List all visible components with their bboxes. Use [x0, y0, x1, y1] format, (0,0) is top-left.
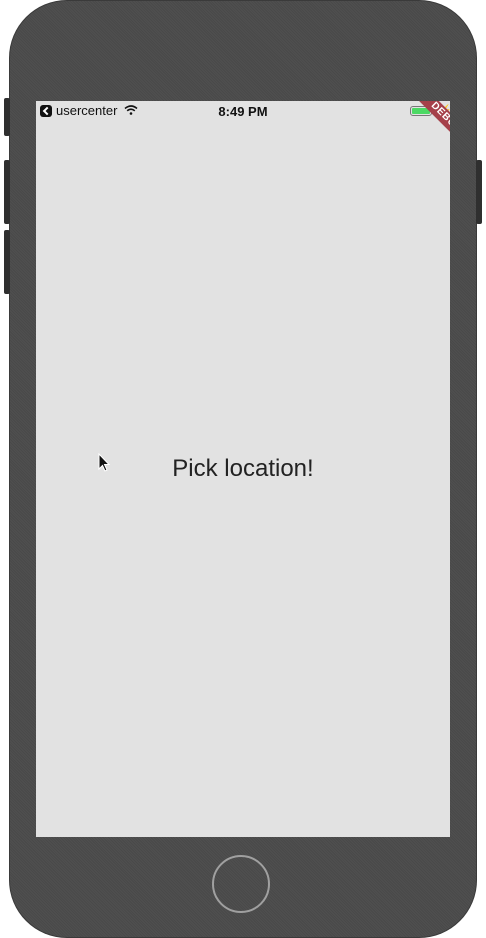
- cursor-icon: [98, 453, 111, 472]
- status-time: 8:49 PM: [218, 104, 268, 119]
- home-button[interactable]: [212, 855, 270, 913]
- status-bar: usercenter 8:49 PM ⚡: [36, 101, 450, 121]
- volume-down-button: [4, 230, 10, 294]
- power-button: [476, 160, 482, 224]
- volume-up-button: [4, 160, 10, 224]
- mute-switch: [4, 98, 10, 136]
- app-screen: usercenter 8:49 PM ⚡ DEBUG Pick location…: [36, 101, 450, 837]
